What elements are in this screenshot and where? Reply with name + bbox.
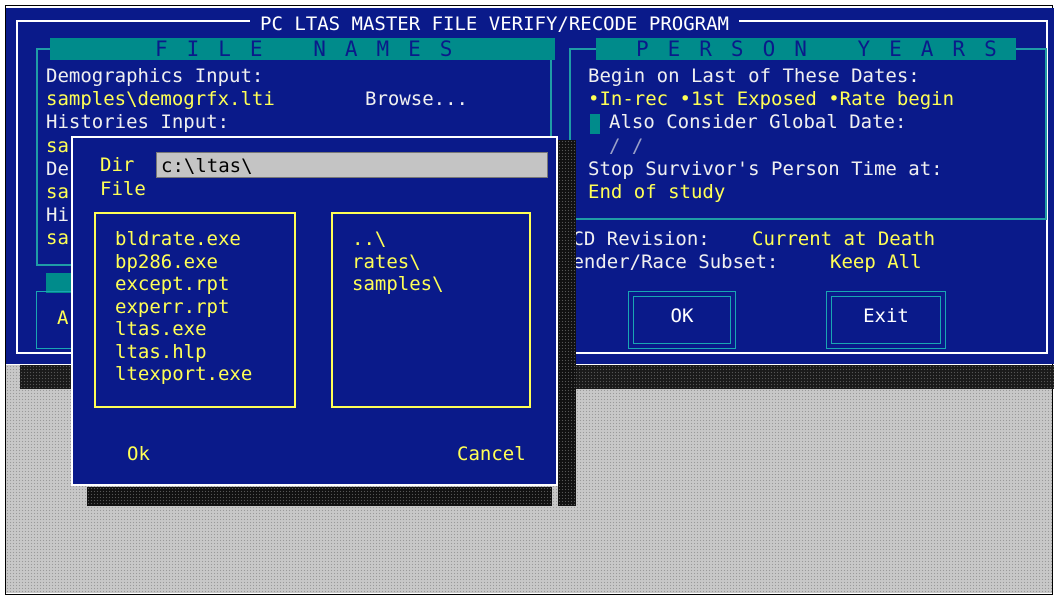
browse-button[interactable]: Browse... xyxy=(365,88,468,110)
file-list[interactable]: bldrate.exe bp286.exe except.rpt experr.… xyxy=(94,212,296,408)
directory-list[interactable]: ..\ rates\ samples\ xyxy=(331,212,531,408)
dialog-shadow-right xyxy=(558,140,576,506)
window-title: PC LTAS MASTER FILE VERIFY/RECODE PROGRA… xyxy=(250,12,739,36)
ok-button-border xyxy=(633,296,731,344)
obscured-text-3: sa xyxy=(46,181,69,203)
obscured-text-4: Hi xyxy=(46,204,69,226)
file-label: File xyxy=(100,178,146,200)
ok-button[interactable]: OK xyxy=(628,291,736,349)
demographics-label: Demographics Input: xyxy=(46,65,264,87)
icd-revision-label: ICD Revision: xyxy=(561,228,710,250)
gender-race-value[interactable]: Keep All xyxy=(830,251,922,273)
file-item[interactable]: except.rpt xyxy=(115,273,252,296)
dir-label: Dir xyxy=(100,154,135,176)
person-years-heading: PERSON YEARS xyxy=(596,38,1016,60)
file-item[interactable]: experr.rpt xyxy=(115,296,252,319)
begin-dates-label: Begin on Last of These Dates: xyxy=(588,65,920,87)
directory-item[interactable]: rates\ xyxy=(352,251,444,274)
begin-date-options[interactable]: •In-rec •1st Exposed •Rate begin xyxy=(588,88,954,110)
also-consider-label: Also Consider Global Date: xyxy=(609,111,907,133)
dialog-shadow-bottom xyxy=(87,487,552,506)
partial-button-label: A xyxy=(57,307,69,329)
dialog-cancel-button[interactable]: Cancel xyxy=(457,443,526,465)
directory-item[interactable]: ..\ xyxy=(352,228,444,251)
file-item[interactable]: bldrate.exe xyxy=(115,228,252,251)
file-names-heading: FILE NAMES xyxy=(50,38,555,60)
icd-revision-value[interactable]: Current at Death xyxy=(752,228,935,250)
global-date-input[interactable]: / / xyxy=(609,135,643,157)
gender-race-label: Gender/Race Subset: xyxy=(561,251,779,273)
directory-item[interactable]: samples\ xyxy=(352,273,444,296)
obscured-text-5: sa xyxy=(46,227,69,249)
obscured-text-2: De xyxy=(46,158,69,180)
global-date-checkbox[interactable] xyxy=(590,114,600,134)
file-list-items: bldrate.exe bp286.exe except.rpt experr.… xyxy=(115,228,252,386)
file-item[interactable]: ltas.exe xyxy=(115,318,252,341)
stop-person-time-value[interactable]: End of study xyxy=(588,181,725,203)
directory-list-items: ..\ rates\ samples\ xyxy=(352,228,444,296)
file-item[interactable]: ltexport.exe xyxy=(115,363,252,386)
exit-button[interactable]: Exit xyxy=(826,291,946,349)
histories-label: Histories Input: xyxy=(46,111,230,133)
window-border-left xyxy=(16,20,18,352)
file-item[interactable]: ltas.hlp xyxy=(115,341,252,364)
browse-dialog: Dir c:\ltas\ File bldrate.exe bp286.exe … xyxy=(71,136,558,486)
file-item[interactable]: bp286.exe xyxy=(115,251,252,274)
dir-input[interactable]: c:\ltas\ xyxy=(156,152,548,178)
dialog-ok-button[interactable]: Ok xyxy=(127,443,150,465)
stop-person-time-label: Stop Survivor's Person Time at: xyxy=(588,158,943,180)
obscured-text-1: sa xyxy=(46,135,69,157)
demographics-input[interactable]: samples\demogrfx.lti xyxy=(46,88,275,110)
exit-button-border xyxy=(831,296,941,344)
